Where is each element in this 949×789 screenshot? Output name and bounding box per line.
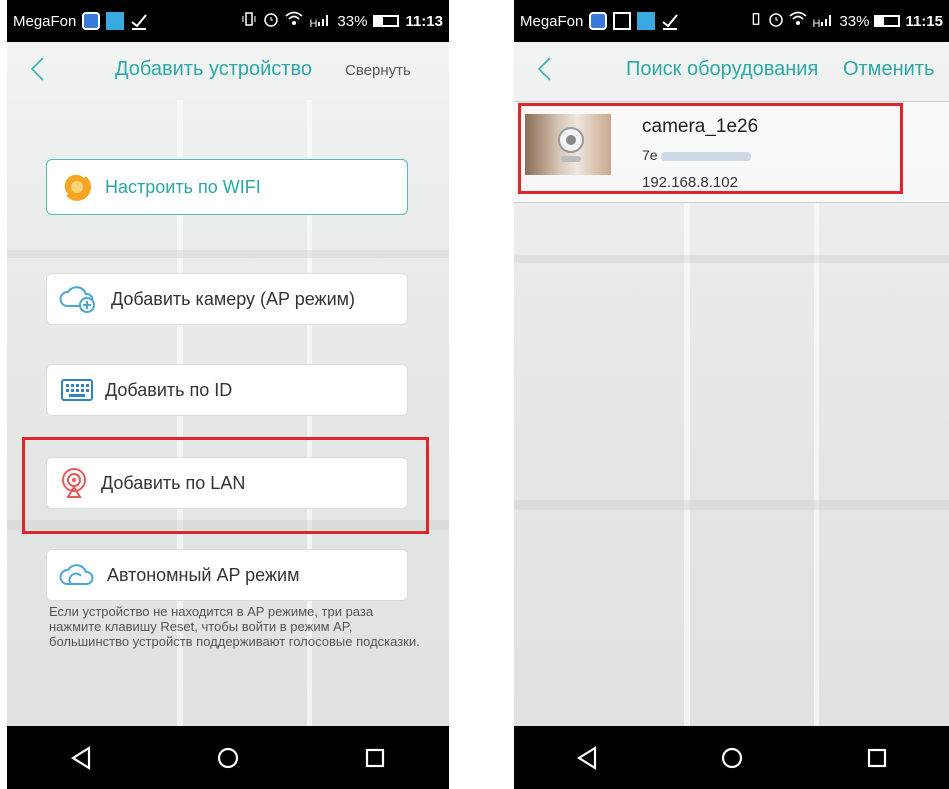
collapse-button[interactable]: Свернуть <box>345 62 411 79</box>
clock: 11:13 <box>405 12 443 30</box>
page-title: Добавить устройство <box>115 58 312 80</box>
download-notification-icon <box>637 12 656 30</box>
back-button[interactable] <box>29 56 45 82</box>
signal-type-label: H <box>309 17 318 30</box>
device-highlight <box>518 103 903 194</box>
nav-home-icon[interactable] <box>210 740 246 776</box>
add-by-id-button[interactable]: Добавить по ID <box>46 364 408 416</box>
nav-back-icon[interactable] <box>569 740 605 776</box>
background-window-frame <box>514 500 949 510</box>
clock: 11:15 <box>905 12 943 30</box>
vibrate-icon <box>241 11 257 31</box>
standalone-ap-label: Автономный AP режим <box>107 564 300 585</box>
alarm-icon <box>768 11 784 31</box>
background-window-frame <box>684 200 690 740</box>
wifi-setup-label: Настроить по WIFI <box>105 176 261 197</box>
add-camera-ap-label: Добавить камеру (AP режим) <box>111 288 355 309</box>
nav-recents-icon[interactable] <box>357 740 393 776</box>
carrier-label: MegaFon <box>520 12 584 30</box>
carrier-label: MegaFon <box>13 12 77 30</box>
status-bar: MegaFon H 33% 11:13 <box>7 0 449 42</box>
app-notification-icon <box>589 12 608 30</box>
page-title: Поиск оборудования <box>626 58 819 80</box>
ap-mode-hint: Если устройство не находится в AP режиме… <box>49 604 420 649</box>
cloud-add-icon <box>59 284 99 314</box>
vibrate-icon <box>749 11 763 31</box>
nav-back-icon[interactable] <box>63 740 99 776</box>
wifi-icon <box>789 11 808 31</box>
wifi-setup-icon <box>61 171 93 203</box>
navigation-bar <box>7 726 449 789</box>
image-notification-icon <box>613 12 632 30</box>
lan-button-highlight <box>22 437 429 534</box>
check-notification-icon <box>130 12 148 30</box>
status-bar: MegaFon H 33% 11:15 <box>514 0 949 42</box>
add-camera-ap-button[interactable]: Добавить камеру (AP режим) <box>46 273 408 325</box>
phone-screen-left: MegaFon H 33% 11:13 Добавить устройство … <box>7 0 449 789</box>
battery-percent: 33% <box>839 12 870 30</box>
download-notification-icon <box>106 12 125 30</box>
app-notification-icon <box>82 12 101 30</box>
keyboard-icon <box>61 379 93 401</box>
cloud-icon <box>59 562 95 588</box>
check-notification-icon <box>661 12 679 30</box>
alarm-icon <box>263 11 279 31</box>
battery-icon <box>373 15 400 27</box>
nav-home-icon[interactable] <box>714 740 750 776</box>
battery-icon <box>874 15 901 27</box>
navigation-bar <box>514 726 949 789</box>
cancel-button[interactable]: Отменить <box>843 58 934 81</box>
add-by-id-label: Добавить по ID <box>105 379 233 400</box>
background-window-frame <box>814 200 819 740</box>
signal-icon: H <box>812 13 834 30</box>
standalone-ap-button[interactable]: Автономный AP режим <box>46 549 408 601</box>
battery-percent: 33% <box>337 12 368 30</box>
background-window-frame <box>7 250 449 258</box>
header: Добавить устройство Свернуть <box>7 42 449 102</box>
background-window-frame <box>514 255 949 263</box>
wifi-setup-button[interactable]: Настроить по WIFI <box>46 159 408 215</box>
back-button[interactable] <box>536 56 552 82</box>
signal-type-label: H <box>812 17 821 30</box>
nav-recents-icon[interactable] <box>859 740 895 776</box>
signal-icon: H <box>309 13 331 30</box>
wifi-icon <box>285 11 304 31</box>
header: Поиск оборудования Отменить <box>514 42 949 102</box>
